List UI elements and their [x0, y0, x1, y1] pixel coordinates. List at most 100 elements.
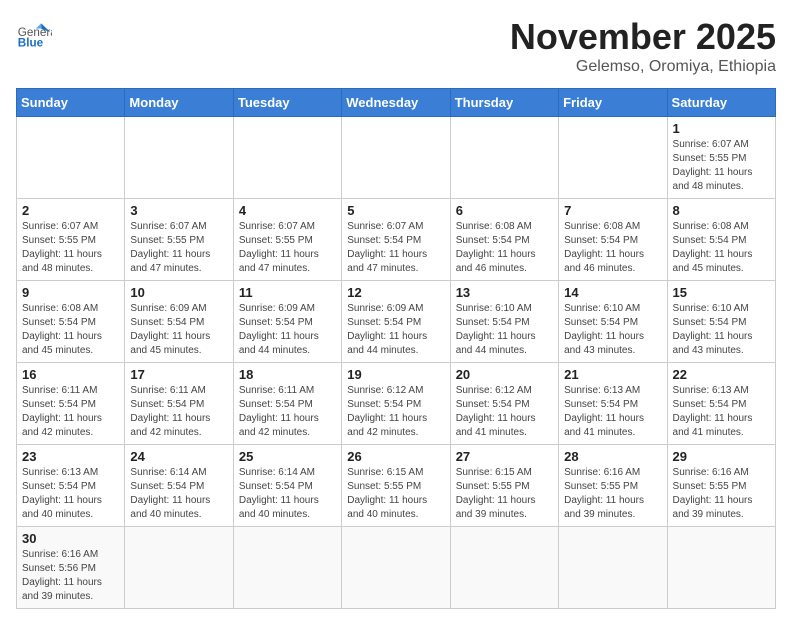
day-number: 5 [347, 203, 444, 218]
calendar-cell: 11 Sunrise: 6:09 AM Sunset: 5:54 PM Dayli… [233, 281, 341, 363]
cell-info: Sunrise: 6:14 AM Sunset: 5:54 PM Dayligh… [239, 466, 336, 522]
day-header-thursday: Thursday [450, 89, 558, 117]
cell-info: Sunrise: 6:08 AM Sunset: 5:54 PM Dayligh… [673, 220, 770, 276]
calendar-cell: 1Sunrise: 6:07 AM Sunset: 5:55 PM Daylig… [667, 117, 775, 199]
day-header-friday: Friday [559, 89, 667, 117]
calendar-cell: 7 Sunrise: 6:08 AM Sunset: 5:54 PM Daylig… [559, 199, 667, 281]
cell-info: Sunrise: 6:08 AM Sunset: 5:54 PM Dayligh… [22, 302, 119, 358]
cell-info: Sunrise: 6:09 AM Sunset: 5:54 PM Dayligh… [239, 302, 336, 358]
cell-info: Sunrise: 6:10 AM Sunset: 5:54 PM Dayligh… [456, 302, 553, 358]
calendar-cell [233, 527, 341, 609]
day-number: 10 [130, 285, 227, 300]
calendar-cell: 5Sunrise: 6:07 AM Sunset: 5:54 PM Daylig… [342, 199, 450, 281]
calendar-cell [342, 527, 450, 609]
cell-info: Sunrise: 6:09 AM Sunset: 5:54 PM Dayligh… [347, 302, 444, 358]
day-number: 8 [673, 203, 770, 218]
cell-info: Sunrise: 6:09 AM Sunset: 5:54 PM Dayligh… [130, 302, 227, 358]
calendar-table: SundayMondayTuesdayWednesdayThursdayFrid… [16, 88, 776, 609]
calendar-cell: 9 Sunrise: 6:08 AM Sunset: 5:54 PM Daylig… [17, 281, 125, 363]
day-number: 2 [22, 203, 119, 218]
day-number: 3 [130, 203, 227, 218]
day-number: 26 [347, 449, 444, 464]
cell-info: Sunrise: 6:11 AM Sunset: 5:54 PM Dayligh… [130, 384, 227, 440]
cell-info: Sunrise: 6:08 AM Sunset: 5:54 PM Dayligh… [564, 220, 661, 276]
cell-info: Sunrise: 6:12 AM Sunset: 5:54 PM Dayligh… [347, 384, 444, 440]
day-number: 13 [456, 285, 553, 300]
calendar-cell: 3Sunrise: 6:07 AM Sunset: 5:55 PM Daylig… [125, 199, 233, 281]
calendar-cell [125, 527, 233, 609]
day-number: 19 [347, 367, 444, 382]
cell-info: Sunrise: 6:08 AM Sunset: 5:54 PM Dayligh… [456, 220, 553, 276]
cell-info: Sunrise: 6:16 AM Sunset: 5:55 PM Dayligh… [564, 466, 661, 522]
cell-info: Sunrise: 6:16 AM Sunset: 5:55 PM Dayligh… [673, 466, 770, 522]
day-header-wednesday: Wednesday [342, 89, 450, 117]
day-header-row: SundayMondayTuesdayWednesdayThursdayFrid… [17, 89, 776, 117]
calendar-cell: 20 Sunrise: 6:12 AM Sunset: 5:54 PM Dayli… [450, 363, 558, 445]
calendar-cell [667, 527, 775, 609]
svg-text:Blue: Blue [18, 37, 44, 50]
calendar-cell: 27 Sunrise: 6:15 AM Sunset: 5:55 PM Dayli… [450, 445, 558, 527]
week-row-1: 1Sunrise: 6:07 AM Sunset: 5:55 PM Daylig… [17, 117, 776, 199]
calendar-cell: 19 Sunrise: 6:12 AM Sunset: 5:54 PM Dayli… [342, 363, 450, 445]
cell-info: Sunrise: 6:16 AM Sunset: 5:56 PM Dayligh… [22, 548, 119, 604]
calendar-cell [450, 117, 558, 199]
day-number: 20 [456, 367, 553, 382]
day-header-saturday: Saturday [667, 89, 775, 117]
calendar-cell: 21 Sunrise: 6:13 AM Sunset: 5:54 PM Dayli… [559, 363, 667, 445]
calendar-cell: 15Sunrise: 6:10 AM Sunset: 5:54 PM Dayli… [667, 281, 775, 363]
cell-info: Sunrise: 6:13 AM Sunset: 5:54 PM Dayligh… [564, 384, 661, 440]
logo: General Blue [16, 16, 52, 52]
calendar-cell: 25Sunrise: 6:14 AM Sunset: 5:54 PM Dayli… [233, 445, 341, 527]
day-number: 24 [130, 449, 227, 464]
cell-info: Sunrise: 6:12 AM Sunset: 5:54 PM Dayligh… [456, 384, 553, 440]
day-number: 23 [22, 449, 119, 464]
cell-info: Sunrise: 6:11 AM Sunset: 5:54 PM Dayligh… [239, 384, 336, 440]
week-row-2: 2 Sunrise: 6:07 AM Sunset: 5:55 PM Daylig… [17, 199, 776, 281]
calendar-cell [559, 527, 667, 609]
day-number: 12 [347, 285, 444, 300]
calendar-cell [125, 117, 233, 199]
calendar-cell: 26Sunrise: 6:15 AM Sunset: 5:55 PM Dayli… [342, 445, 450, 527]
day-number: 14 [564, 285, 661, 300]
day-number: 11 [239, 285, 336, 300]
calendar-cell: 10 Sunrise: 6:09 AM Sunset: 5:54 PM Dayli… [125, 281, 233, 363]
cell-info: Sunrise: 6:13 AM Sunset: 5:54 PM Dayligh… [22, 466, 119, 522]
calendar-cell: 30 Sunrise: 6:16 AM Sunset: 5:56 PM Dayli… [17, 527, 125, 609]
cell-info: Sunrise: 6:10 AM Sunset: 5:54 PM Dayligh… [564, 302, 661, 358]
cell-info: Sunrise: 6:07 AM Sunset: 5:55 PM Dayligh… [239, 220, 336, 276]
day-header-sunday: Sunday [17, 89, 125, 117]
calendar-cell: 18 Sunrise: 6:11 AM Sunset: 5:54 PM Dayli… [233, 363, 341, 445]
calendar-cell [559, 117, 667, 199]
day-number: 1 [673, 121, 770, 136]
day-number: 4 [239, 203, 336, 218]
week-row-3: 9 Sunrise: 6:08 AM Sunset: 5:54 PM Daylig… [17, 281, 776, 363]
day-number: 18 [239, 367, 336, 382]
calendar-cell: 16 Sunrise: 6:11 AM Sunset: 5:54 PM Dayli… [17, 363, 125, 445]
day-header-tuesday: Tuesday [233, 89, 341, 117]
calendar-cell: 28 Sunrise: 6:16 AM Sunset: 5:55 PM Dayli… [559, 445, 667, 527]
day-number: 30 [22, 531, 119, 546]
calendar-title: November 2025 [510, 16, 776, 58]
calendar-cell: 14 Sunrise: 6:10 AM Sunset: 5:54 PM Dayli… [559, 281, 667, 363]
week-row-4: 16 Sunrise: 6:11 AM Sunset: 5:54 PM Dayli… [17, 363, 776, 445]
calendar-cell: 13 Sunrise: 6:10 AM Sunset: 5:54 PM Dayli… [450, 281, 558, 363]
day-number: 21 [564, 367, 661, 382]
calendar-cell [342, 117, 450, 199]
week-row-6: 30 Sunrise: 6:16 AM Sunset: 5:56 PM Dayli… [17, 527, 776, 609]
calendar-cell: 17 Sunrise: 6:11 AM Sunset: 5:54 PM Dayli… [125, 363, 233, 445]
calendar-cell: 6Sunrise: 6:08 AM Sunset: 5:54 PM Daylig… [450, 199, 558, 281]
day-number: 16 [22, 367, 119, 382]
calendar-cell: 23 Sunrise: 6:13 AM Sunset: 5:54 PM Dayli… [17, 445, 125, 527]
calendar-cell: 24Sunrise: 6:14 AM Sunset: 5:54 PM Dayli… [125, 445, 233, 527]
calendar-cell: 29 Sunrise: 6:16 AM Sunset: 5:55 PM Dayli… [667, 445, 775, 527]
day-number: 28 [564, 449, 661, 464]
day-number: 27 [456, 449, 553, 464]
day-number: 17 [130, 367, 227, 382]
cell-info: Sunrise: 6:11 AM Sunset: 5:54 PM Dayligh… [22, 384, 119, 440]
cell-info: Sunrise: 6:13 AM Sunset: 5:54 PM Dayligh… [673, 384, 770, 440]
cell-info: Sunrise: 6:15 AM Sunset: 5:55 PM Dayligh… [456, 466, 553, 522]
logo-icon: General Blue [16, 16, 52, 52]
day-number: 9 [22, 285, 119, 300]
day-number: 7 [564, 203, 661, 218]
day-number: 29 [673, 449, 770, 464]
